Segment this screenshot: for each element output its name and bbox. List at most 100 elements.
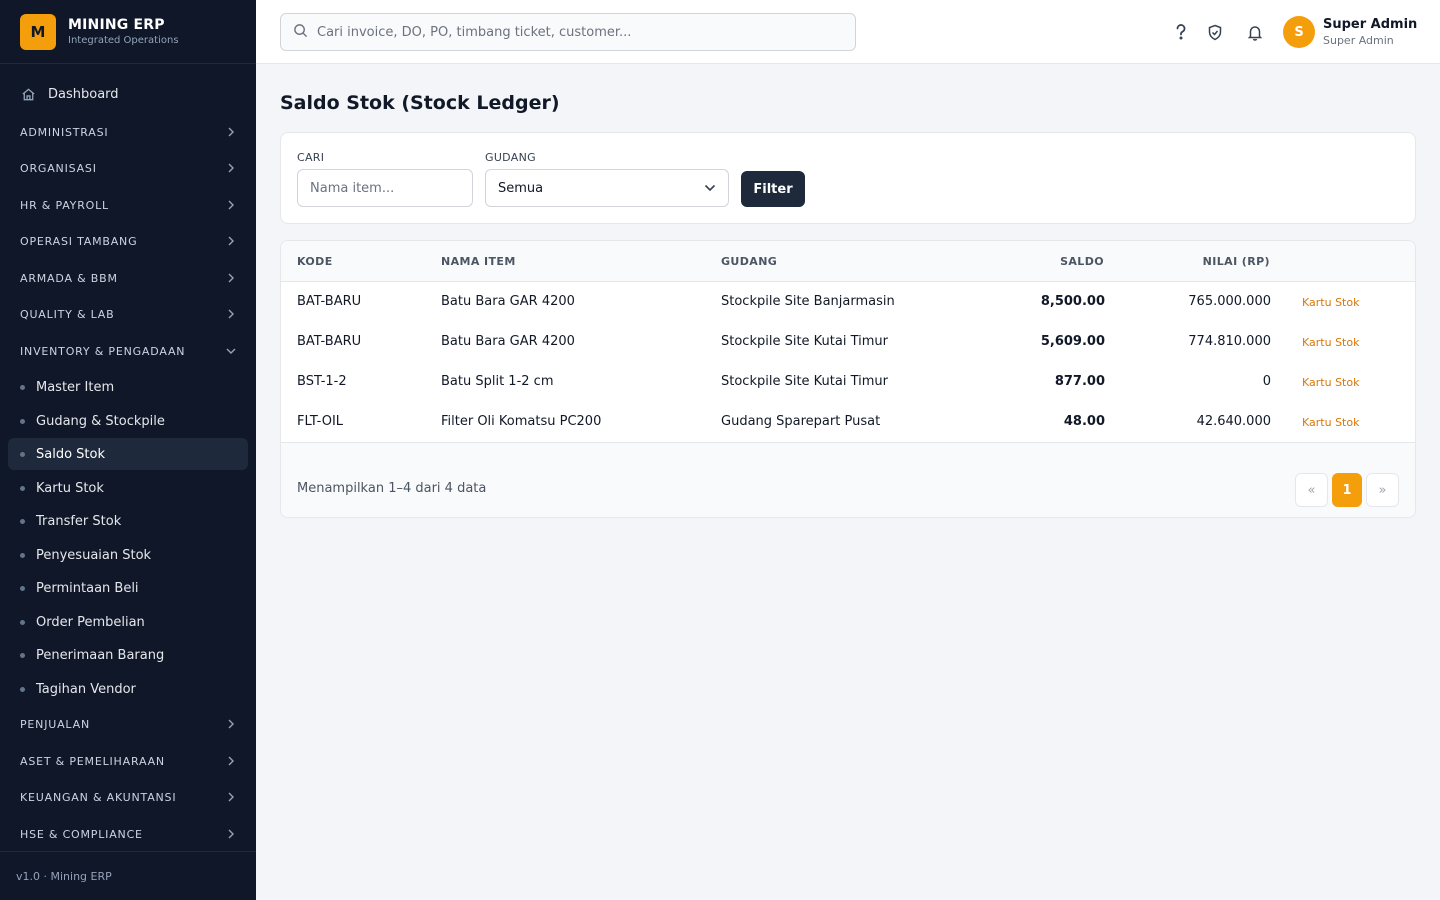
sidebar-item-penyesuaian-stok[interactable]: Penyesuaian Stok: [8, 539, 248, 571]
sidebar-item-label: Transfer Stok: [36, 513, 122, 529]
sidebar-item-tagihan-vendor[interactable]: Tagihan Vendor: [8, 673, 248, 705]
sidebar-item-master-item[interactable]: Master Item: [8, 371, 248, 403]
user-avatar[interactable]: S: [1283, 16, 1315, 48]
table-footer: Menampilkan 1–4 dari 4 data « 1 »: [281, 442, 1415, 517]
pagination-next-button[interactable]: »: [1366, 473, 1399, 507]
chevron-right-icon: [226, 273, 236, 283]
sidebar-group-hse-compliance[interactable]: HSE & COMPLIANCE: [8, 821, 248, 847]
sidebar: M MINING ERP Integrated Operations Dashb…: [0, 0, 256, 900]
chevron-right-icon: [226, 200, 236, 210]
item-search-input[interactable]: [297, 169, 473, 207]
sidebar-group-label: QUALITY & LAB: [20, 307, 115, 321]
column-header-nama-item: NAMA ITEM: [441, 255, 516, 268]
pagination-prev-button[interactable]: «: [1295, 473, 1328, 507]
warehouse-select-value: Semua: [498, 180, 544, 196]
kartu-stok-link[interactable]: Kartu Stok: [1302, 336, 1359, 349]
search-icon: [293, 23, 308, 42]
sidebar-group-organisasi[interactable]: ORGANISASI: [8, 155, 248, 181]
kartu-stok-link[interactable]: Kartu Stok: [1302, 296, 1359, 309]
table-header: KODE NAMA ITEM GUDANG SALDO NILAI (RP): [281, 241, 1415, 282]
filter-button[interactable]: Filter: [741, 171, 805, 207]
chevron-down-icon: [704, 181, 716, 196]
cell-saldo: 48.00: [1063, 414, 1105, 429]
cell-nilai: 765.000.000: [1188, 294, 1271, 309]
bullet-icon: [20, 585, 25, 591]
sidebar-item-transfer-stok[interactable]: Transfer Stok: [8, 505, 248, 537]
home-icon: [20, 86, 36, 102]
column-header-kode: KODE: [297, 255, 333, 268]
bullet-icon: [20, 552, 25, 558]
brand[interactable]: M MINING ERP Integrated Operations: [0, 0, 256, 64]
warehouse-select[interactable]: Semua: [485, 169, 729, 207]
sidebar-group-label: ORGANISASI: [20, 161, 97, 175]
shield-check-icon[interactable]: [1205, 22, 1225, 42]
sidebar-group-label: PENJUALAN: [20, 717, 90, 731]
sidebar-group-hr-payroll[interactable]: HR & PAYROLL: [8, 192, 248, 218]
sidebar-item-penerimaan-barang[interactable]: Penerimaan Barang: [8, 639, 248, 671]
kartu-stok-link[interactable]: Kartu Stok: [1302, 376, 1359, 389]
sidebar-item-dashboard[interactable]: Dashboard: [8, 78, 248, 110]
sidebar-group-label: HR & PAYROLL: [20, 198, 109, 212]
sidebar-item-label: Master Item: [36, 379, 115, 395]
sidebar-group-administrasi[interactable]: ADMINISTRASI: [8, 119, 248, 145]
bullet-icon: [20, 619, 25, 625]
cell-nilai: 0: [1262, 374, 1271, 389]
bullet-icon: [20, 418, 25, 424]
filter-panel: CARI GUDANG Semua Filter: [280, 132, 1416, 224]
cell-kode: BAT-BARU: [297, 294, 362, 309]
search-label: CARI: [297, 151, 325, 164]
sidebar-group-label: KEUANGAN & AKUNTANSI: [20, 790, 177, 804]
sidebar-item-kartu-stok[interactable]: Kartu Stok: [8, 472, 248, 504]
bullet-icon: [20, 518, 25, 524]
sidebar-item-label: Dashboard: [48, 86, 119, 102]
column-header-nilai: NILAI (RP): [1202, 255, 1270, 268]
chevron-down-icon: [226, 346, 236, 356]
pagination-page-1[interactable]: 1: [1332, 473, 1362, 507]
chevron-right-icon: [226, 236, 236, 246]
sidebar-item-order-pembelian[interactable]: Order Pembelian: [8, 606, 248, 638]
cell-gudang: Stockpile Site Banjarmasin: [721, 294, 895, 309]
user-role: Super Admin: [1323, 34, 1394, 47]
sidebar-group-armada-bbm[interactable]: ARMADA & BBM: [8, 265, 248, 291]
brand-logo: M: [20, 13, 56, 50]
sidebar-group-keuangan-akuntansi[interactable]: KEUANGAN & AKUNTANSI: [8, 784, 248, 810]
sidebar-group-aset-pemeliharaan[interactable]: ASET & PEMELIHARAAN: [8, 748, 248, 774]
sidebar-item-gudang-stockpile[interactable]: Gudang & Stockpile: [8, 405, 248, 437]
page-title: Saldo Stok (Stock Ledger): [280, 92, 560, 114]
bullet-icon: [20, 652, 25, 658]
table-row: BAT-BARU Batu Bara GAR 4200 Stockpile Si…: [281, 322, 1415, 362]
top-header: S Super Admin Super Admin: [256, 0, 1440, 64]
sidebar-group-inventory-pengadaan[interactable]: INVENTORY & PENGADAAN: [8, 338, 248, 364]
search-input[interactable]: [317, 24, 837, 40]
chevron-right-icon: [226, 719, 236, 729]
kartu-stok-link[interactable]: Kartu Stok: [1302, 416, 1359, 429]
cell-nama-item: Batu Split 1-2 cm: [441, 374, 554, 389]
stock-table: KODE NAMA ITEM GUDANG SALDO NILAI (RP) B…: [280, 240, 1416, 518]
sidebar-group-label: HSE & COMPLIANCE: [20, 827, 143, 841]
cell-nilai: 42.640.000: [1196, 414, 1271, 429]
warehouse-label: GUDANG: [485, 151, 536, 164]
sidebar-item-saldo-stok[interactable]: Saldo Stok: [8, 438, 248, 470]
cell-kode: BAT-BARU: [297, 334, 362, 349]
sidebar-item-label: Permintaan Beli: [36, 580, 139, 596]
sidebar-group-label: INVENTORY & PENGADAAN: [20, 344, 186, 358]
brand-name: MINING ERP: [68, 17, 165, 33]
sidebar-group-penjualan[interactable]: PENJUALAN: [8, 711, 248, 737]
global-search[interactable]: [280, 13, 856, 51]
sidebar-group-operasi-tambang[interactable]: OPERASI TAMBANG: [8, 228, 248, 254]
sidebar-item-permintaan-beli[interactable]: Permintaan Beli: [8, 572, 248, 604]
chevron-right-icon: [226, 792, 236, 802]
help-icon[interactable]: [1171, 22, 1191, 42]
table-row: BAT-BARU Batu Bara GAR 4200 Stockpile Si…: [281, 282, 1415, 322]
sidebar-footer: v1.0 · Mining ERP: [0, 851, 256, 900]
table-row: BST-1-2 Batu Split 1-2 cm Stockpile Site…: [281, 362, 1415, 402]
table-row: FLT-OIL Filter Oli Komatsu PC200 Gudang …: [281, 402, 1415, 442]
chevron-right-icon: [226, 127, 236, 137]
sidebar-item-label: Gudang & Stockpile: [36, 413, 165, 429]
bell-icon[interactable]: [1245, 22, 1265, 42]
sidebar-item-label: Saldo Stok: [36, 446, 105, 462]
chevron-right-icon: [226, 309, 236, 319]
sidebar-group-quality-lab[interactable]: QUALITY & LAB: [8, 301, 248, 327]
chevron-right-icon: [226, 829, 236, 839]
user-name[interactable]: Super Admin: [1323, 17, 1417, 32]
